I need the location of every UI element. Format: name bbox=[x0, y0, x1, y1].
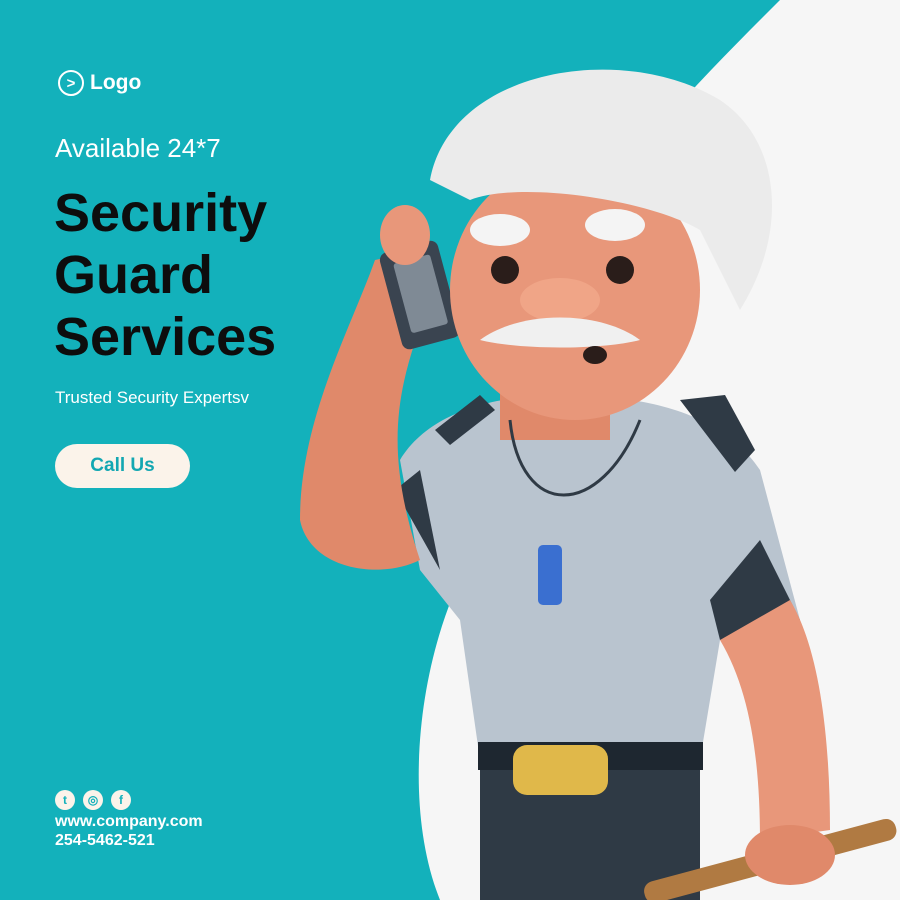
title-line: Security bbox=[54, 183, 268, 243]
logo: > Logo bbox=[58, 70, 141, 96]
website-link[interactable]: www.company.com bbox=[55, 813, 203, 831]
whistle bbox=[538, 545, 562, 605]
chevron-right-circle-icon: > bbox=[58, 70, 84, 96]
eyebrow-right bbox=[585, 209, 645, 241]
title-line: Services bbox=[54, 307, 277, 367]
title-line: Guard bbox=[54, 245, 214, 305]
nose bbox=[520, 278, 600, 322]
phone-number: 254-5462-521 bbox=[55, 832, 155, 849]
social-links: t ◎ f bbox=[55, 790, 131, 810]
page-title: Security Guard Services bbox=[54, 182, 276, 368]
call-us-button[interactable]: Call Us bbox=[55, 444, 190, 488]
twitter-icon[interactable]: t bbox=[55, 790, 75, 810]
eye-left bbox=[491, 256, 519, 284]
belt-buckle bbox=[513, 745, 608, 795]
eyebrow-left bbox=[470, 214, 530, 246]
instagram-icon[interactable]: ◎ bbox=[83, 790, 103, 810]
logo-text: Logo bbox=[90, 71, 142, 94]
eye-right bbox=[606, 256, 634, 284]
facebook-icon[interactable]: f bbox=[111, 790, 131, 810]
availability-text: Available 24*7 bbox=[55, 133, 221, 163]
tagline: Trusted Security Expertsv bbox=[55, 388, 249, 407]
hand-left bbox=[380, 205, 430, 265]
hand-right bbox=[745, 825, 835, 885]
mouth bbox=[583, 346, 607, 364]
